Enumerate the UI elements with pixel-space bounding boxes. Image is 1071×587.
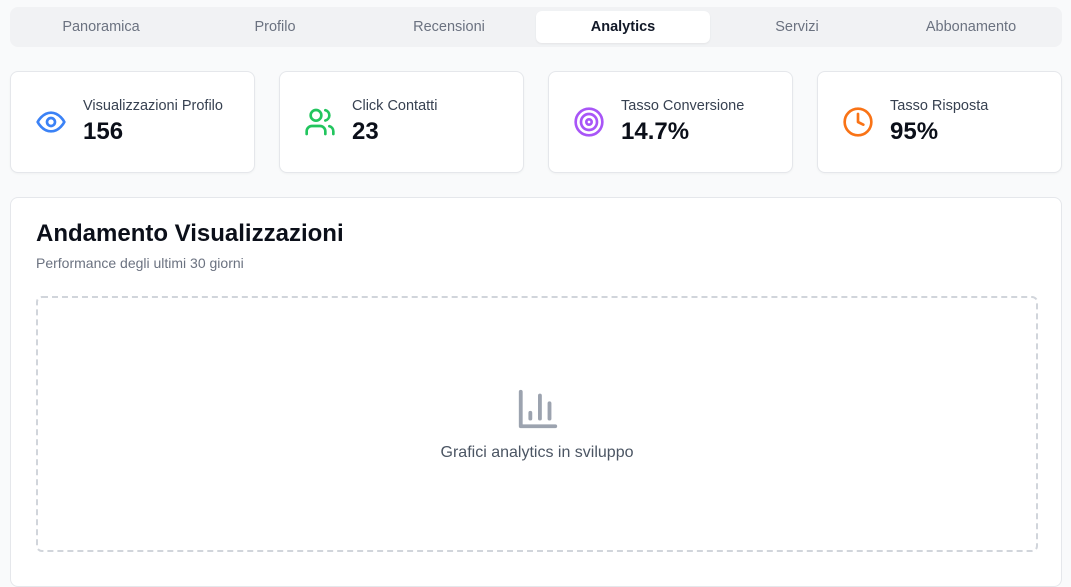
stat-label: Tasso Conversione [621, 98, 745, 114]
tab-servizi[interactable]: Servizi [710, 11, 884, 43]
tab-panoramica[interactable]: Panoramica [14, 11, 188, 43]
placeholder-text: Grafici analytics in sviluppo [440, 444, 634, 461]
stat-value: 14.7% [621, 118, 690, 145]
chart-title: Andamento Visualizzazioni [36, 220, 344, 247]
tab-bar: Panoramica Profilo Recensioni Analytics … [10, 7, 1062, 47]
stat-label: Tasso Risposta [890, 98, 989, 114]
chart-placeholder: Grafici analytics in sviluppo [36, 296, 1038, 552]
stat-card-views: Visualizzazioni Profilo 156 [10, 71, 255, 173]
clock-icon [842, 106, 874, 138]
tab-analytics[interactable]: Analytics [536, 11, 710, 43]
users-icon [304, 106, 336, 138]
stat-label: Visualizzazioni Profilo [83, 98, 223, 114]
stat-card-conversion: Tasso Conversione 14.7% [548, 71, 793, 173]
stat-card-response: Tasso Risposta 95% [817, 71, 1062, 173]
stat-label: Click Contatti [352, 98, 438, 114]
chart-card: Andamento Visualizzazioni Performance de… [10, 197, 1062, 587]
stat-value: 156 [83, 118, 124, 145]
eye-icon [35, 106, 67, 138]
bar-chart-icon [515, 386, 561, 432]
stat-value: 95% [890, 118, 939, 145]
chart-subtitle: Performance degli ultimi 30 giorni [36, 255, 244, 271]
tab-abbonamento[interactable]: Abbonamento [884, 11, 1058, 43]
tab-recensioni[interactable]: Recensioni [362, 11, 536, 43]
target-icon [573, 106, 605, 138]
stat-value: 23 [352, 118, 379, 145]
stat-card-contacts: Click Contatti 23 [279, 71, 524, 173]
tab-profilo[interactable]: Profilo [188, 11, 362, 43]
